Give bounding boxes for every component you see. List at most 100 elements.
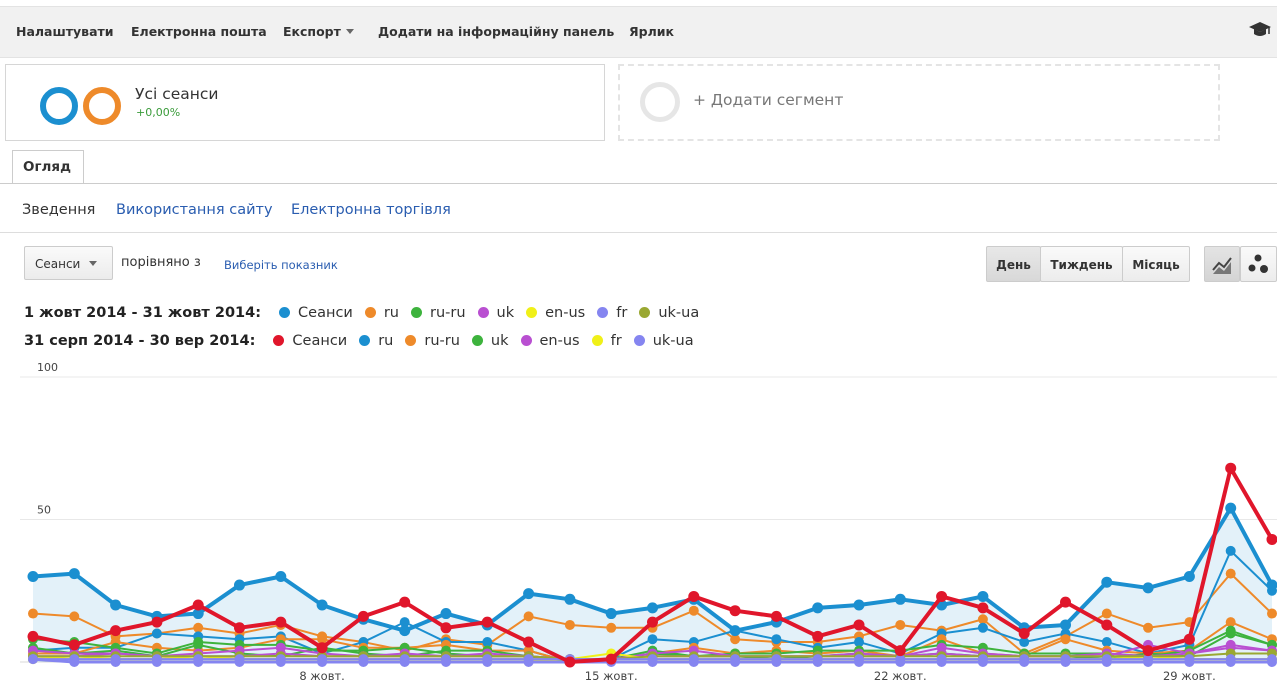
data-point bbox=[564, 619, 575, 630]
data-point bbox=[1225, 657, 1236, 667]
data-point bbox=[1101, 576, 1113, 588]
add-segment-box[interactable]: + Додати сегмент bbox=[618, 64, 1220, 141]
legend-item[interactable]: ru bbox=[364, 305, 399, 321]
data-point bbox=[1183, 571, 1195, 582]
data-point bbox=[729, 605, 741, 617]
data-point bbox=[730, 657, 741, 667]
legend-label: ru bbox=[378, 333, 394, 349]
legend-item[interactable]: ru-ru bbox=[405, 333, 460, 349]
segment-ring-orange-icon bbox=[83, 87, 121, 125]
legend-dot-icon bbox=[471, 335, 483, 346]
y-tick-label: 100 bbox=[37, 362, 58, 374]
shortcut-button[interactable]: Ярлик bbox=[629, 24, 674, 39]
data-point bbox=[440, 622, 452, 634]
legend-item[interactable]: fr bbox=[597, 305, 627, 321]
legend-label: uk-ua bbox=[658, 305, 700, 321]
data-point bbox=[481, 616, 493, 628]
data-point bbox=[606, 622, 617, 633]
data-point bbox=[523, 611, 534, 622]
subnav-site-usage[interactable]: Використання сайту bbox=[116, 202, 273, 218]
export-label: Експорт bbox=[283, 24, 341, 39]
subnav-summary[interactable]: Зведення bbox=[22, 202, 95, 218]
add-to-dashboard-button[interactable]: Додати на інформаційну панель bbox=[378, 24, 614, 39]
data-point bbox=[234, 657, 245, 667]
data-point bbox=[771, 657, 782, 667]
data-point bbox=[1060, 596, 1071, 608]
period-day-button[interactable]: День bbox=[986, 246, 1041, 282]
add-segment-label[interactable]: + Додати сегмент bbox=[693, 91, 843, 109]
period-month-button[interactable]: Місяць bbox=[1122, 246, 1190, 282]
data-point bbox=[523, 657, 534, 667]
legend-item[interactable]: uk bbox=[477, 305, 514, 321]
data-point bbox=[729, 625, 741, 637]
legend-item[interactable]: uk-ua bbox=[639, 305, 699, 321]
tab-divider bbox=[0, 183, 1277, 184]
choose-metric-link[interactable]: Виберіть показник bbox=[224, 258, 338, 272]
data-point bbox=[151, 628, 162, 639]
legend-label: uk-ua bbox=[652, 333, 694, 349]
legend-item[interactable]: en-us bbox=[520, 333, 580, 349]
x-tick-label: 8 жовт. bbox=[299, 669, 345, 682]
data-point bbox=[399, 625, 411, 637]
legend-item[interactable]: fr bbox=[591, 333, 622, 349]
data-point bbox=[317, 657, 328, 667]
data-point bbox=[936, 657, 947, 667]
data-point bbox=[28, 654, 38, 665]
export-menu[interactable]: Експорт bbox=[283, 24, 354, 39]
graduation-cap-icon[interactable] bbox=[1249, 21, 1271, 39]
data-point bbox=[1266, 579, 1277, 591]
segment-all-sessions[interactable]: Усі сеанси +0,00% bbox=[5, 64, 605, 141]
subnav-ecommerce[interactable]: Електронна торгівля bbox=[291, 202, 451, 218]
legend-label: ru bbox=[383, 305, 399, 321]
data-point bbox=[234, 579, 245, 591]
data-point bbox=[564, 656, 576, 668]
motion-chart-toggle[interactable] bbox=[1240, 246, 1277, 282]
legend-item[interactable]: en-us bbox=[526, 305, 585, 321]
data-point bbox=[1060, 619, 1071, 631]
data-point bbox=[895, 619, 906, 630]
data-point bbox=[399, 596, 411, 608]
report-toolbar: Налаштувати Електронна пошта Експорт Дод… bbox=[0, 6, 1277, 58]
metric-select-value: Сеанси bbox=[35, 257, 81, 271]
period-week-button[interactable]: Тиждень bbox=[1040, 246, 1123, 282]
data-point bbox=[482, 637, 493, 648]
legend-range-current: 1 жовт 2014 - 31 жовт 2014: bbox=[24, 305, 262, 321]
legend-dot-icon bbox=[359, 335, 371, 346]
legend-dot-icon bbox=[639, 307, 651, 318]
data-point bbox=[399, 657, 410, 667]
data-point bbox=[936, 590, 948, 602]
data-point bbox=[1266, 533, 1277, 545]
legend-item[interactable]: ru bbox=[359, 333, 393, 349]
data-point bbox=[1183, 633, 1195, 645]
legend-item[interactable]: Сеанси bbox=[273, 333, 347, 349]
data-point bbox=[440, 608, 452, 620]
legend-item[interactable]: uk bbox=[471, 333, 509, 349]
legend-item[interactable]: Сеанси bbox=[279, 305, 353, 321]
compare-text: порівняно з bbox=[121, 255, 201, 270]
data-point bbox=[523, 588, 535, 600]
data-point bbox=[1267, 657, 1277, 667]
legend-item[interactable]: ru-ru bbox=[411, 305, 466, 321]
segment-name: Усі сеанси bbox=[135, 85, 219, 103]
customize-button[interactable]: Налаштувати bbox=[16, 24, 114, 39]
data-point bbox=[647, 634, 658, 645]
data-point bbox=[605, 608, 617, 620]
legend-item[interactable]: uk-ua bbox=[633, 333, 694, 349]
legend-label: ru-ru bbox=[424, 333, 460, 349]
data-point bbox=[853, 619, 865, 631]
x-tick-label: 22 жовт. bbox=[874, 669, 927, 682]
data-point bbox=[357, 610, 369, 622]
email-button[interactable]: Електронна пошта bbox=[131, 24, 267, 39]
legend-label: uk bbox=[490, 333, 509, 349]
data-point bbox=[275, 616, 287, 628]
legend-dot-icon bbox=[477, 307, 489, 318]
line-chart-toggle[interactable] bbox=[1204, 246, 1240, 282]
tab-overview[interactable]: Огляд bbox=[12, 150, 84, 184]
data-point bbox=[151, 616, 163, 628]
data-point bbox=[770, 610, 782, 622]
metric-select[interactable]: Сеанси bbox=[24, 246, 113, 280]
data-point bbox=[441, 657, 451, 667]
data-point bbox=[812, 630, 824, 642]
data-point bbox=[812, 602, 824, 614]
line-chart-icon bbox=[1212, 257, 1232, 274]
